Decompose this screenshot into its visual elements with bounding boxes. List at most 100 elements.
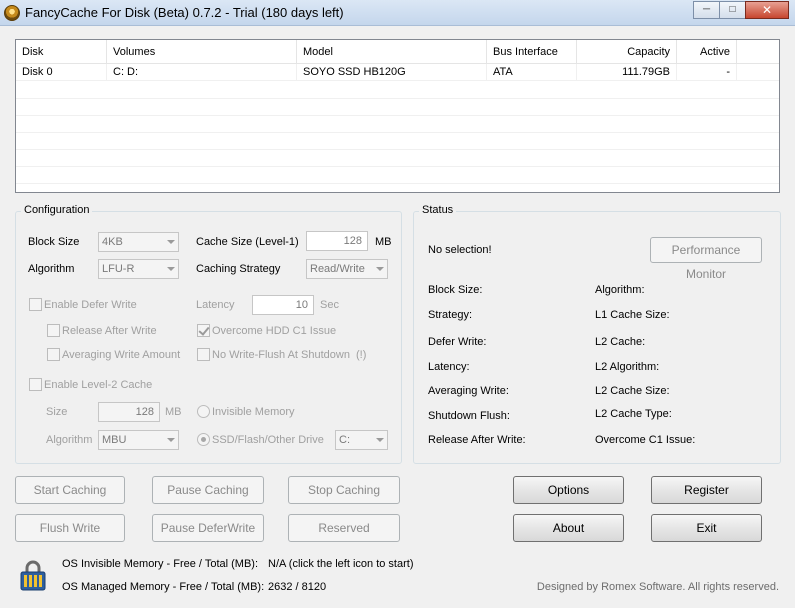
release-after-write-checkbox[interactable] [47, 324, 60, 337]
algorithm-select[interactable]: LFU-R [98, 259, 179, 279]
title-bar: FancyCache For Disk (Beta) 0.7.2 - Trial… [0, 0, 795, 26]
empty-row [16, 150, 779, 167]
register-button[interactable]: Register [651, 476, 762, 504]
about-button[interactable]: About [513, 514, 624, 542]
os-invisible-memory-label: OS Invisible Memory - Free / Total (MB): [62, 558, 259, 570]
status-l2-algorithm: L2 Algorithm: [595, 361, 660, 373]
overcome-hdd-checkbox[interactable] [197, 324, 210, 337]
status-l2-cache-size: L2 Cache Size: [595, 385, 670, 397]
cache-size-input[interactable]: 128 [306, 231, 368, 251]
close-icon[interactable]: ✕ [745, 1, 789, 19]
exit-button[interactable]: Exit [651, 514, 762, 542]
chevron-down-icon [167, 240, 175, 244]
l2-algorithm-label: Algorithm [46, 434, 93, 446]
pause-caching-button[interactable]: Pause Caching [152, 476, 264, 504]
averaging-write-checkbox[interactable] [47, 348, 60, 361]
status-overcome-c1: Overcome C1 Issue: [595, 434, 696, 446]
cell-capacity: 111.79GB [577, 64, 677, 81]
caching-strategy-value: Read/Write [310, 263, 365, 275]
os-managed-memory-value: 2632 / 8120 [268, 581, 327, 593]
drive-select[interactable]: C: [335, 430, 388, 450]
status-block-size: Block Size: [428, 284, 483, 296]
lock-memory-icon[interactable] [18, 560, 48, 592]
chevron-down-icon [376, 267, 384, 271]
l2-algorithm-select[interactable]: MBU [98, 430, 179, 450]
credit-text: Designed by Romex Software. All rights r… [536, 581, 779, 593]
latency-label: Latency [196, 299, 235, 311]
column-volumes[interactable]: Volumes [107, 40, 297, 64]
invisible-memory-radio[interactable] [197, 405, 210, 418]
os-invisible-memory-value: N/A (click the left icon to start) [268, 558, 414, 570]
enable-defer-write-label: Enable Defer Write [44, 299, 137, 311]
stop-caching-button[interactable]: Stop Caching [288, 476, 400, 504]
latency-input[interactable]: 10 [252, 295, 314, 315]
enable-l2-checkbox[interactable] [29, 378, 42, 391]
status-l1-cache-size: L1 Cache Size: [595, 309, 670, 321]
status-algorithm: Algorithm: [595, 284, 645, 296]
reserved-button[interactable]: Reserved [288, 514, 400, 542]
table-row[interactable]: Disk 0 C: D: SOYO SSD HB120G ATA 111.79G… [16, 64, 779, 81]
ssd-drive-radio[interactable] [197, 433, 210, 446]
no-write-flush-checkbox[interactable] [197, 348, 210, 361]
chevron-down-icon [167, 267, 175, 271]
l2-size-input[interactable]: 128 [98, 402, 160, 422]
performance-monitor-button[interactable]: Performance Monitor [650, 237, 762, 281]
window-controls: ─ □ ✕ [693, 1, 789, 19]
l2-size-label: Size [46, 406, 68, 418]
status-l2-cache-type: L2 Cache Type: [595, 408, 672, 420]
options-button[interactable]: Options [513, 476, 624, 504]
flush-write-button[interactable]: Flush Write [15, 514, 125, 542]
status-title: Status [419, 204, 457, 216]
chevron-down-icon [376, 438, 384, 442]
empty-row [16, 116, 779, 133]
enable-defer-write-checkbox[interactable] [29, 298, 42, 311]
status-latency: Latency: [428, 361, 470, 373]
empty-row [16, 99, 779, 116]
minimize-icon[interactable]: ─ [693, 1, 720, 19]
empty-row [16, 82, 779, 99]
caching-strategy-select[interactable]: Read/Write [306, 259, 388, 279]
latency-unit: Sec [320, 299, 339, 311]
column-active[interactable]: Active [677, 40, 737, 64]
pause-defer-write-button[interactable]: Pause DeferWrite [152, 514, 264, 542]
status-averaging-write: Averaging Write: [428, 385, 509, 397]
os-managed-memory-label: OS Managed Memory - Free / Total (MB): [62, 581, 265, 593]
status-defer-write: Defer Write: [428, 336, 487, 348]
disk-table[interactable]: Disk Volumes Model Bus Interface Capacit… [15, 39, 780, 193]
algorithm-label: Algorithm [28, 263, 75, 275]
cell-model: SOYO SSD HB120G [297, 64, 487, 81]
l2-algorithm-value: MBU [102, 434, 127, 446]
no-write-flush-label: No Write-Flush At Shutdown [212, 349, 350, 361]
status-l2-cache: L2 Cache: [595, 336, 646, 348]
selection-status: No selection! [428, 244, 492, 256]
column-disk[interactable]: Disk [16, 40, 107, 64]
column-model[interactable]: Model [297, 40, 487, 64]
start-caching-button[interactable]: Start Caching [15, 476, 125, 504]
block-size-select[interactable]: 4KB [98, 232, 179, 252]
overcome-hdd-label: Overcome HDD C1 Issue [212, 325, 337, 337]
enable-l2-label: Enable Level-2 Cache [44, 379, 153, 391]
empty-row [16, 133, 779, 150]
block-size-value: 4KB [102, 236, 123, 248]
release-after-write-label: Release After Write [62, 325, 157, 337]
status-strategy: Strategy: [428, 309, 473, 321]
algorithm-value: LFU-R [102, 263, 135, 275]
status-shutdown-flush: Shutdown Flush: [428, 410, 510, 422]
app-icon [4, 5, 20, 21]
invisible-memory-label: Invisible Memory [212, 406, 295, 418]
no-write-flush-hint[interactable]: (!) [356, 349, 366, 361]
l2-size-unit: MB [165, 406, 182, 418]
column-capacity[interactable]: Capacity [577, 40, 677, 64]
drive-value: C: [339, 434, 350, 446]
averaging-write-label: Averaging Write Amount [62, 349, 181, 361]
status-release-after-write: Release After Write: [428, 434, 526, 446]
cell-bus: ATA [487, 64, 577, 81]
empty-row [16, 167, 779, 184]
column-bus-interface[interactable]: Bus Interface [487, 40, 577, 64]
cell-disk: Disk 0 [16, 64, 107, 81]
maximize-icon[interactable]: □ [719, 1, 746, 19]
window-title: FancyCache For Disk (Beta) 0.7.2 - Trial… [25, 5, 344, 20]
chevron-down-icon [167, 438, 175, 442]
cell-volumes: C: D: [107, 64, 297, 81]
ssd-drive-label: SSD/Flash/Other Drive [212, 434, 324, 446]
